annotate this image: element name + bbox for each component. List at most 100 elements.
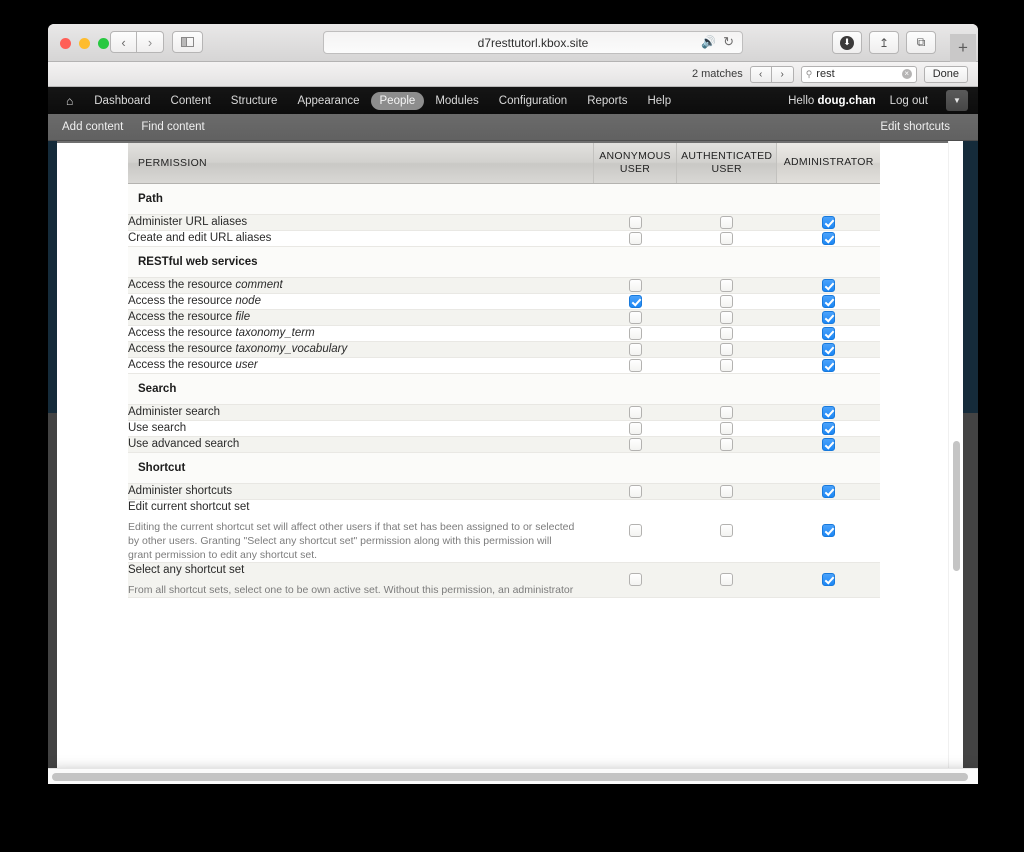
admin-toolbar-item-people[interactable]: People (370, 91, 425, 110)
reload-icon[interactable]: ↻ (723, 35, 734, 48)
checkbox-anonymous-user[interactable] (628, 294, 642, 308)
page-body: PERMISSION ANONYMOUS USER AUTHENTICATED … (48, 141, 978, 769)
home-icon[interactable]: ⌂ (66, 94, 73, 108)
table-row: Edit current shortcut set Editing the cur… (128, 499, 880, 563)
permission-cell-anonymous-user (593, 309, 677, 326)
admin-toolbar-items: Dashboard Content Structure Appearance Peopl… (85, 91, 682, 110)
address-bar[interactable]: d7resttutorl.kbox.site 🔊 ↻ (323, 31, 743, 54)
admin-toolbar-item-configuration[interactable]: Configuration (490, 92, 576, 110)
admin-toolbar-item-dashboard[interactable]: Dashboard (85, 92, 159, 110)
window-horizontal-scrollbar[interactable] (48, 768, 978, 784)
address-bar-actions: 🔊 ↻ (701, 35, 734, 48)
admin-toolbar-item-help[interactable]: Help (638, 92, 680, 110)
admin-toolbar-item-reports[interactable]: Reports (578, 92, 636, 110)
checkbox-anonymous-user[interactable] (628, 278, 642, 292)
checkbox-authenticated-user[interactable] (720, 215, 734, 229)
admin-toolbar-item-content[interactable]: Content (162, 92, 220, 110)
checkbox-authenticated-user[interactable] (720, 231, 734, 245)
checkbox-authenticated-user[interactable] (720, 326, 734, 340)
minimize-window-button[interactable] (79, 38, 90, 49)
checkbox-authenticated-user[interactable] (720, 421, 734, 435)
checkbox-administrator[interactable] (821, 294, 835, 308)
checkbox-administrator[interactable] (821, 437, 835, 451)
new-tab-button[interactable]: + (950, 34, 976, 62)
horizontal-scrollbar-thumb[interactable] (52, 773, 968, 781)
checkbox-anonymous-user[interactable] (628, 421, 642, 435)
chevron-down-icon[interactable]: ▼ (946, 90, 968, 111)
edit-shortcuts-link[interactable]: Edit shortcuts (880, 121, 950, 133)
maximize-window-button[interactable] (98, 38, 109, 49)
page-vertical-scrollbar[interactable] (948, 141, 963, 769)
admin-toolbar-item-structure[interactable]: Structure (222, 92, 287, 110)
permission-cell-authenticated-user (676, 325, 777, 342)
checkbox-authenticated-user[interactable] (720, 310, 734, 324)
permission-cell-administrator (776, 230, 880, 247)
permission-cell-anonymous-user (593, 499, 677, 563)
checkbox-administrator[interactable] (821, 326, 835, 340)
admin-toolbar-item-appearance[interactable]: Appearance (288, 92, 368, 110)
section-title: Path (128, 183, 880, 215)
find-input[interactable]: ⚲ rest × (800, 65, 917, 83)
checkbox-authenticated-user[interactable] (720, 294, 734, 308)
page-scrollbar-thumb[interactable] (953, 441, 960, 571)
checkbox-anonymous-user[interactable] (628, 358, 642, 372)
checkbox-authenticated-user[interactable] (720, 484, 734, 498)
close-window-button[interactable] (60, 38, 71, 49)
checkbox-administrator[interactable] (821, 231, 835, 245)
checkbox-administrator[interactable] (821, 358, 835, 372)
checkbox-authenticated-user[interactable] (720, 278, 734, 292)
checkbox-administrator[interactable] (821, 405, 835, 419)
checkbox-anonymous-user[interactable] (628, 342, 642, 356)
checkbox-administrator[interactable] (821, 421, 835, 435)
forward-button[interactable]: › (137, 31, 164, 53)
find-done-button[interactable]: Done (923, 65, 968, 83)
checkbox-anonymous-user[interactable] (628, 437, 642, 451)
permission-cell-administrator (776, 420, 880, 437)
checkbox-anonymous-user[interactable] (628, 573, 642, 586)
find-previous-button[interactable]: ‹ (749, 65, 772, 83)
speaker-icon[interactable]: 🔊 (701, 36, 716, 48)
checkbox-administrator[interactable] (821, 310, 835, 324)
permission-label: Access the resource taxonomy_vocabulary (128, 341, 594, 358)
checkbox-administrator[interactable] (821, 342, 835, 356)
checkbox-anonymous-user[interactable] (628, 524, 642, 537)
checkbox-anonymous-user[interactable] (628, 310, 642, 324)
table-header-row: PERMISSION ANONYMOUS USER AUTHENTICATED … (128, 143, 880, 184)
checkbox-administrator[interactable] (821, 278, 835, 292)
permission-label: Administer shortcuts (128, 483, 594, 500)
find-next-button[interactable]: › (771, 65, 794, 83)
checkbox-administrator[interactable] (821, 215, 835, 229)
admin-toolbar-item-modules[interactable]: Modules (426, 92, 487, 110)
sidebar-toggle-button[interactable] (172, 31, 203, 53)
share-button[interactable]: ↥ (869, 31, 899, 54)
table-row: Select any shortcut set From all shortcut… (128, 562, 880, 598)
checkbox-anonymous-user[interactable] (628, 484, 642, 498)
checkbox-authenticated-user[interactable] (720, 342, 734, 356)
checkbox-anonymous-user[interactable] (628, 215, 642, 229)
checkbox-anonymous-user[interactable] (628, 231, 642, 245)
username[interactable]: doug.chan (817, 95, 875, 107)
clear-search-icon[interactable]: × (901, 69, 912, 79)
checkbox-authenticated-user[interactable] (720, 437, 734, 451)
checkbox-administrator[interactable] (821, 524, 835, 537)
downloads-button[interactable]: ⬇ (832, 31, 862, 54)
checkbox-administrator[interactable] (821, 573, 835, 586)
permission-name: Access the resource (128, 342, 236, 355)
checkbox-administrator[interactable] (821, 484, 835, 498)
logout-link[interactable]: Log out (890, 95, 928, 107)
permission-cell-authenticated-user (676, 277, 777, 294)
checkbox-anonymous-user[interactable] (628, 326, 642, 340)
checkbox-authenticated-user[interactable] (720, 573, 734, 586)
checkbox-authenticated-user[interactable] (720, 358, 734, 372)
table-row: Create and edit URL aliases (128, 230, 880, 247)
permission-section-header: Path (128, 183, 880, 215)
shortcut-item-add-content[interactable]: Add content (62, 121, 123, 133)
shortcut-item-find-content[interactable]: Find content (141, 121, 204, 133)
checkbox-authenticated-user[interactable] (720, 405, 734, 419)
back-button[interactable]: ‹ (110, 31, 137, 53)
permission-name: Access the resource (128, 358, 236, 371)
show-tabs-button[interactable]: ⧉ (906, 31, 936, 54)
checkbox-authenticated-user[interactable] (720, 524, 734, 537)
permission-label: Use search (128, 420, 594, 437)
checkbox-anonymous-user[interactable] (628, 405, 642, 419)
